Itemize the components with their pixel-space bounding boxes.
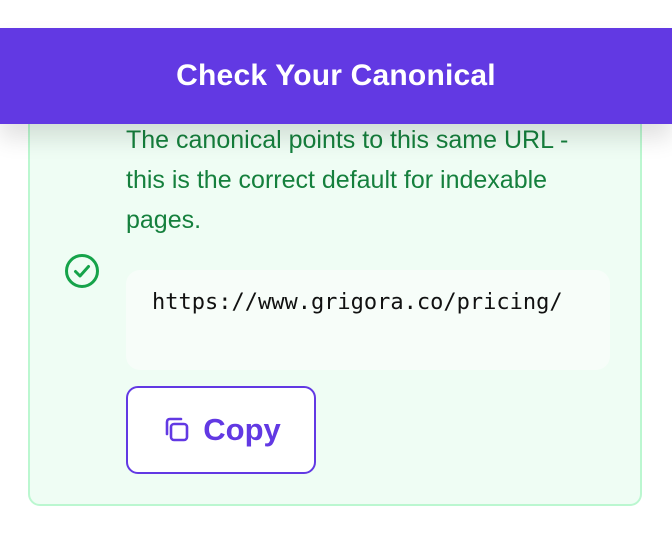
copy-button[interactable]: Copy xyxy=(126,386,316,474)
result-message: The canonical points to this same URL - … xyxy=(126,126,569,234)
copy-button-label: Copy xyxy=(203,412,281,447)
canonical-url-box: https://www.grigora.co/pricing/ xyxy=(126,270,610,370)
page: Check Your Canonical The canonical point… xyxy=(0,0,672,536)
header-bar: Check Your Canonical xyxy=(0,28,672,124)
page-title: Check Your Canonical xyxy=(176,59,496,92)
check-circle-icon xyxy=(65,254,99,288)
copy-icon xyxy=(165,417,189,442)
canonical-url: https://www.grigora.co/pricing/ xyxy=(152,290,563,315)
